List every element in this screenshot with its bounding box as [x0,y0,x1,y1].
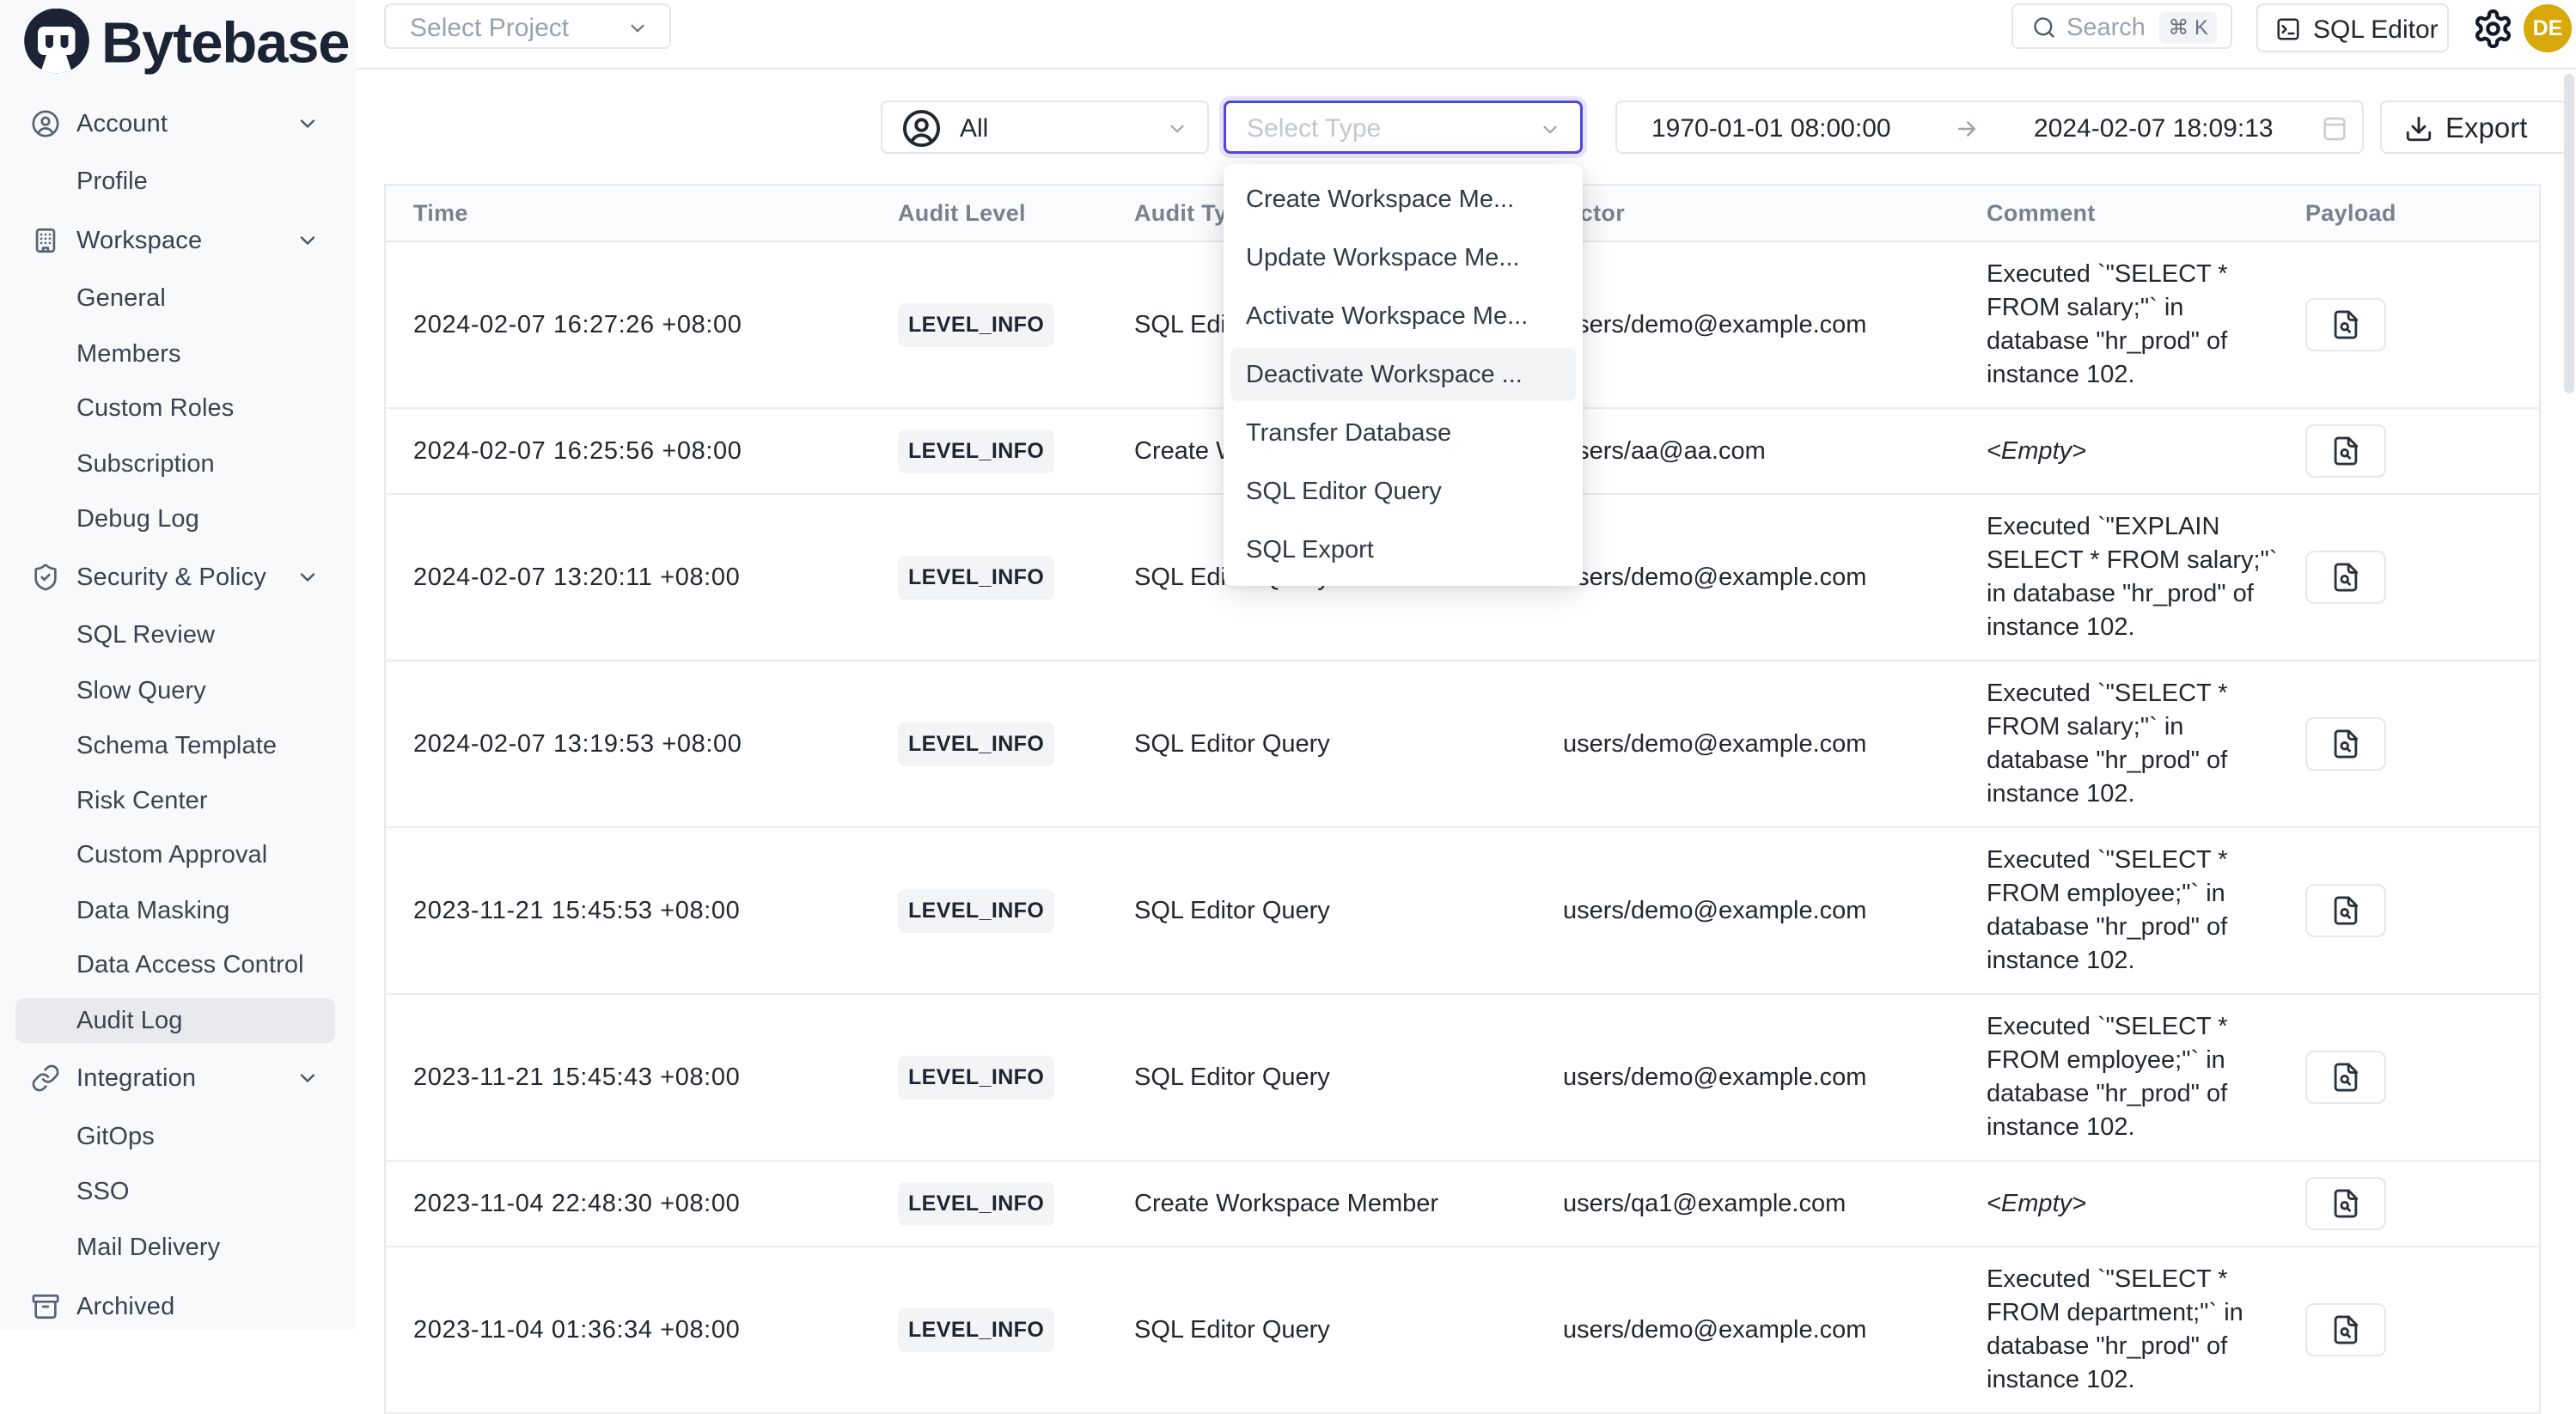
svg-text:Bytebase: Bytebase [101,11,349,76]
